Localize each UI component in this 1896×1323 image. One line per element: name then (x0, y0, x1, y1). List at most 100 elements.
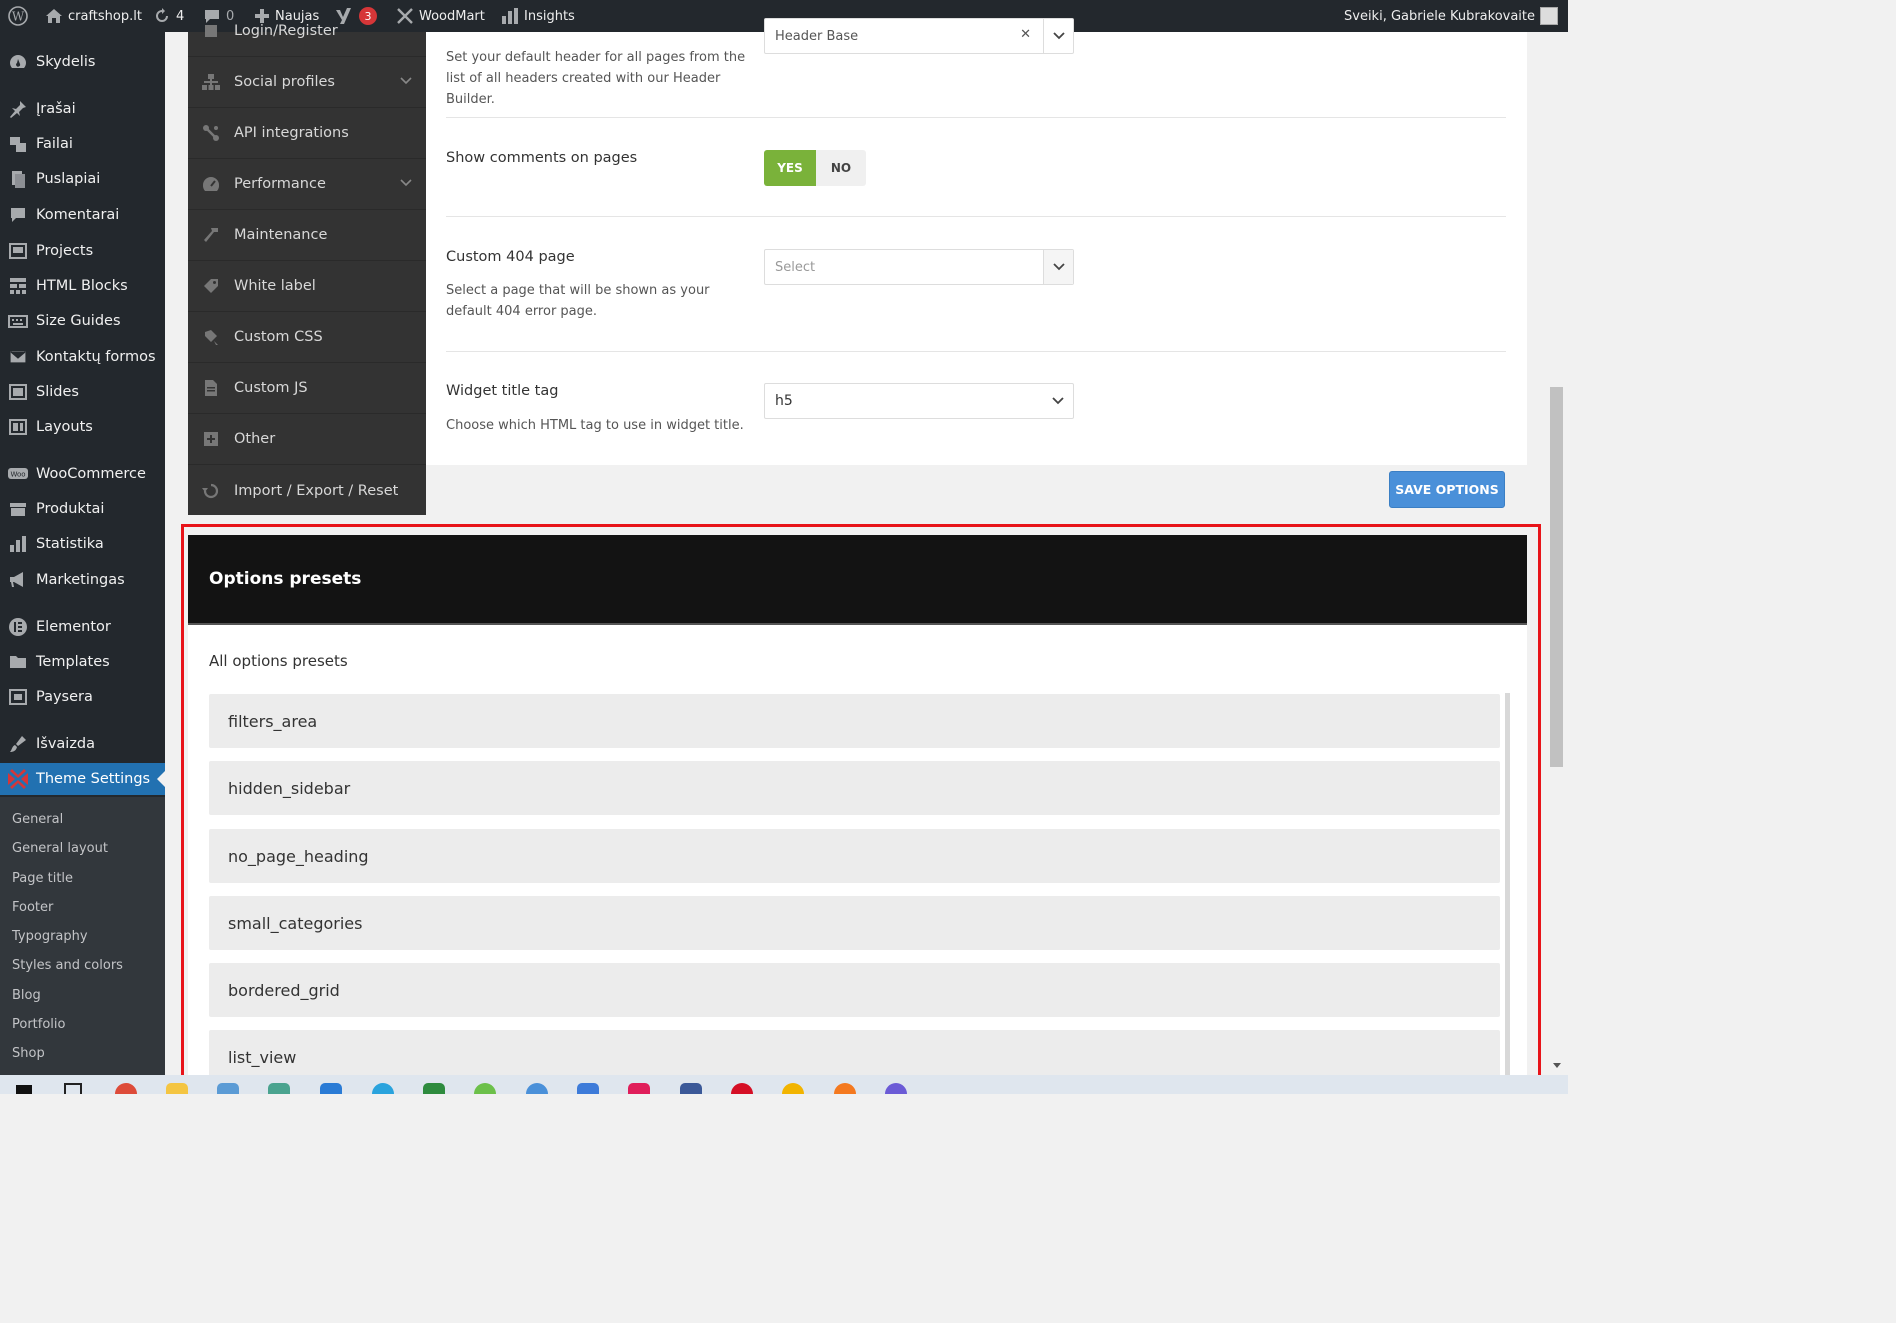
active-indicator (157, 771, 165, 787)
app-icon[interactable] (474, 1083, 496, 1094)
chrome-icon[interactable] (115, 1083, 137, 1094)
sidebar-item-layouts[interactable]: Layouts (0, 411, 165, 443)
sidebar-item-woocommerce[interactable]: Woo WooCommerce (0, 458, 165, 490)
sidebar-item-comments[interactable]: Komentarai (0, 199, 165, 231)
tab-performance[interactable]: Performance (188, 159, 426, 210)
submenu-item-portfolio[interactable]: Portfolio (12, 1017, 65, 1032)
sidebar-item-slides[interactable]: Slides (0, 376, 165, 408)
submenu-item-footer[interactable]: Footer (12, 900, 53, 915)
sidebar-item-label: Kontaktų formos (36, 349, 156, 365)
site-name-link[interactable]: craftshop.lt (45, 0, 142, 32)
chevron-down-icon[interactable] (1043, 384, 1073, 418)
sidebar-item-theme-settings[interactable]: Theme Settings (0, 763, 165, 795)
toggle-yes-button[interactable]: YES (764, 150, 816, 186)
app-icon[interactable] (526, 1083, 548, 1094)
submenu-item-page-title[interactable]: Page title (12, 871, 73, 886)
telegram-icon[interactable] (372, 1083, 394, 1094)
page404-select[interactable]: Select (764, 249, 1074, 285)
wordpress-logo-icon[interactable]: W (8, 0, 28, 32)
insights-link[interactable]: Insights (501, 0, 575, 32)
comments-title: Show comments on pages (446, 150, 638, 166)
vscode-icon[interactable] (320, 1083, 342, 1094)
tab-login-register[interactable]: Login/Register (188, 6, 426, 57)
preset-item[interactable]: small_categories (209, 896, 1500, 950)
pin-icon (0, 99, 36, 119)
submenu-item-shop[interactable]: Shop (12, 1046, 45, 1061)
sidebar-item-elementor[interactable]: Elementor (0, 611, 165, 643)
app-icon[interactable] (680, 1083, 702, 1094)
windows-start-icon[interactable] (16, 1085, 32, 1094)
updates-count: 4 (176, 8, 185, 24)
tab-custom-css[interactable]: Custom CSS (188, 312, 426, 363)
sidebar-item-size-guides[interactable]: Size Guides (0, 305, 165, 337)
sidebar-item-label: Marketingas (36, 572, 125, 588)
sidebar-item-marketing[interactable]: Marketingas (0, 564, 165, 596)
sidebar-item-appearance[interactable]: Išvaizda (0, 728, 165, 760)
preset-item[interactable]: bordered_grid (209, 963, 1500, 1017)
preset-item[interactable]: no_page_heading (209, 829, 1500, 883)
app-icon[interactable] (217, 1083, 239, 1094)
sidebar-item-products[interactable]: Produktai (0, 493, 165, 525)
save-options-button[interactable]: SAVE OPTIONS (1389, 471, 1505, 508)
preset-item[interactable]: filters_area (209, 694, 1500, 748)
header-select[interactable]: Header Base ✕ (764, 18, 1074, 54)
brush-icon (0, 734, 36, 754)
sidebar-item-label: Projects (36, 243, 94, 259)
sidebar-item-html-blocks[interactable]: HTML Blocks (0, 270, 165, 302)
other-icon (188, 430, 234, 448)
sidebar-item-posts[interactable]: Įrašai (0, 93, 165, 125)
reset-icon (188, 482, 234, 500)
opera-icon[interactable] (731, 1083, 753, 1094)
tab-other[interactable]: Other (188, 414, 426, 465)
app-icon[interactable] (577, 1083, 599, 1094)
page404-title: Custom 404 page (446, 249, 575, 265)
sidebar-item-contact-forms[interactable]: Kontaktų formos (0, 341, 165, 373)
os-taskbar (0, 1075, 1568, 1094)
submenu-item-styles-colors[interactable]: Styles and colors (12, 958, 123, 973)
slack-icon[interactable] (628, 1083, 650, 1094)
submenu-item-general[interactable]: General (12, 812, 63, 827)
sidebar-item-projects[interactable]: Projects (0, 235, 165, 267)
paint-icon (188, 328, 234, 346)
submenu-item-typography[interactable]: Typography (12, 929, 88, 944)
chevron-down-icon[interactable] (1043, 250, 1073, 284)
updates-link[interactable]: 4 (153, 0, 184, 32)
tab-import-export-reset[interactable]: Import / Export / Reset (188, 465, 426, 516)
user-account-link[interactable]: Sveiki, Gabriele Kubrakovaite (1344, 0, 1559, 32)
sidebar-item-media[interactable]: Failai (0, 128, 165, 160)
task-view-icon[interactable] (64, 1083, 82, 1094)
file-explorer-icon[interactable] (166, 1083, 188, 1094)
tab-maintenance[interactable]: Maintenance (188, 210, 426, 261)
submenu-item-general-layout[interactable]: General layout (12, 841, 108, 856)
tab-white-label[interactable]: White label (188, 261, 426, 312)
scroll-down-arrow-icon[interactable] (1552, 1062, 1562, 1070)
tab-custom-js[interactable]: Custom JS (188, 363, 426, 414)
submenu-item-blog[interactable]: Blog (12, 988, 41, 1003)
preset-item[interactable]: hidden_sidebar (209, 761, 1500, 815)
sidebar-item-statistics[interactable]: Statistika (0, 528, 165, 560)
scrollbar-thumb[interactable] (1550, 387, 1563, 767)
widget-title-description: Choose which HTML tag to use in widget t… (446, 418, 744, 433)
widget-title-select[interactable]: h5 (764, 383, 1074, 419)
comments-toggle: YES NO (764, 150, 866, 186)
tab-social-profiles[interactable]: Social profiles (188, 57, 426, 108)
presets-scrollbar[interactable] (1505, 693, 1510, 1075)
chevron-down-icon[interactable] (1043, 19, 1073, 53)
sidebar-item-paysera[interactable]: Paysera (0, 681, 165, 713)
sidebar-item-pages[interactable]: Puslapiai (0, 163, 165, 195)
tab-api-integrations[interactable]: API integrations (188, 108, 426, 159)
insights-chart-icon (502, 8, 518, 24)
app-icon[interactable] (885, 1083, 907, 1094)
app-icon[interactable] (423, 1083, 445, 1094)
theme-settings-submenu: General General layout Page title Footer… (0, 797, 165, 1075)
app-icon[interactable] (268, 1083, 290, 1094)
woodmart-label: WoodMart (419, 8, 485, 24)
page-scrollbar[interactable] (1547, 32, 1568, 1075)
firefox-icon[interactable] (834, 1083, 856, 1094)
chevron-down-icon (400, 77, 412, 85)
sidebar-item-templates[interactable]: Templates (0, 646, 165, 678)
clear-x-icon[interactable]: ✕ (1020, 27, 1031, 42)
sidebar-item-dashboard[interactable]: Skydelis (0, 46, 165, 78)
app-icon[interactable] (782, 1083, 804, 1094)
toggle-no-button[interactable]: NO (816, 150, 866, 186)
